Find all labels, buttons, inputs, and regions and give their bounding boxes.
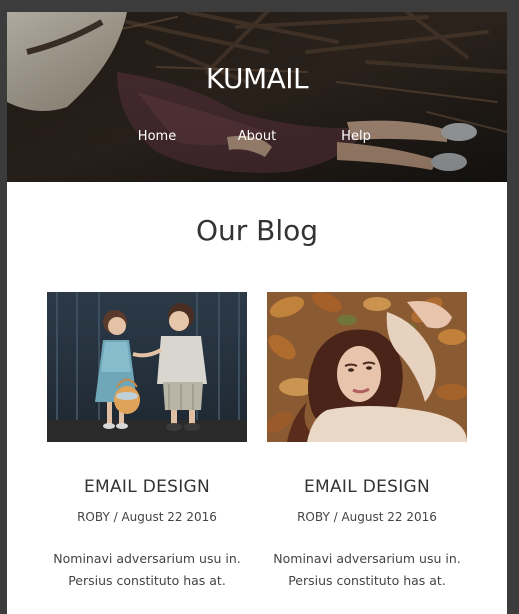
post-excerpt-line: Nominavi adversarium usu in. [53,551,241,566]
hero-overlay [7,12,507,182]
post-image-woman-leaves[interactable] [267,292,467,442]
post-excerpt: Nominavi adversarium usu in. Persius con… [27,548,267,592]
nav-link-help[interactable]: Help [341,129,371,144]
blog-post-card: EMAIL DESIGN ROBY / August 22 2016 Nomin… [267,292,467,592]
email-frame: KUMAIL Home About Help Our Blog EMAIL DE… [7,12,507,614]
hero-banner: KUMAIL Home About Help [7,12,507,182]
post-meta: ROBY / August 22 2016 [77,510,217,524]
post-excerpt-line: Nominavi adversarium usu in. [273,551,461,566]
post-title[interactable]: EMAIL DESIGN [267,477,467,497]
post-excerpt-line: Persius constituto has at. [68,573,226,588]
post-excerpt: Nominavi adversarium usu in. Persius con… [247,548,487,592]
brand-logo[interactable]: KUMAIL [7,62,507,95]
nav-link-about[interactable]: About [238,129,276,144]
post-image-children[interactable] [47,292,247,442]
post-excerpt-line: Persius constituto has at. [288,573,446,588]
nav-link-home[interactable]: Home [138,129,176,144]
post-meta: ROBY / August 22 2016 [297,510,437,524]
section-title: Our Blog [195,214,319,247]
blog-post-card: EMAIL DESIGN ROBY / August 22 2016 Nomin… [47,292,247,592]
main-nav: Home About Help [7,129,507,149]
post-title[interactable]: EMAIL DESIGN [47,477,247,497]
